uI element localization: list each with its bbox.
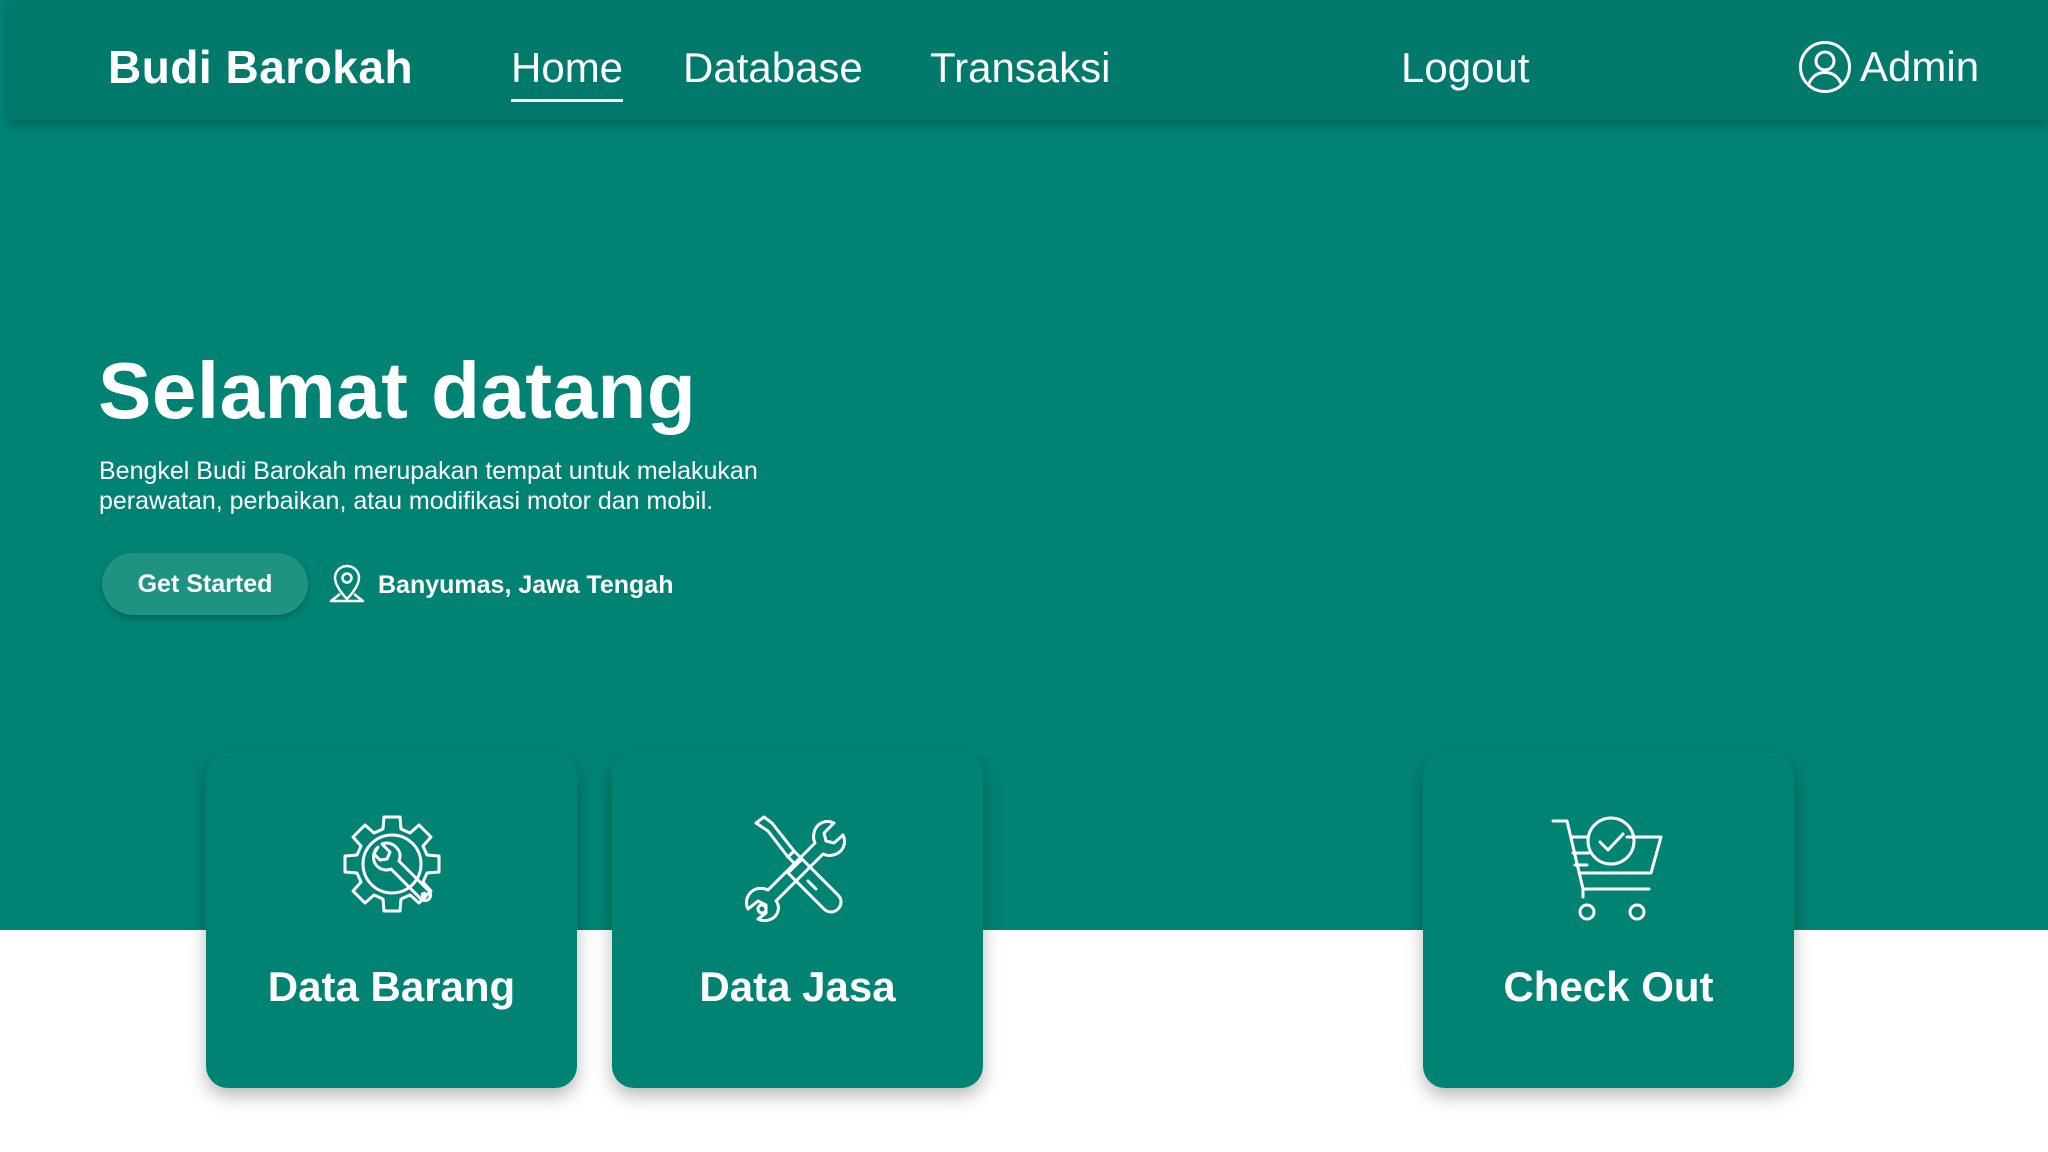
card-data-barang[interactable]: Data Barang bbox=[206, 753, 577, 1088]
navbar: Budi Barokah Home Database Transaksi Log… bbox=[8, 0, 2048, 120]
cart-check-icon bbox=[1549, 809, 1669, 929]
card-label: Data Barang bbox=[267, 963, 516, 1010]
card-label: Data Jasa bbox=[699, 963, 896, 1010]
card-check-out[interactable]: Check Out bbox=[1423, 753, 1794, 1088]
gear-wrench-icon bbox=[332, 809, 452, 929]
location-text: Banyumas, Jawa Tengah bbox=[378, 570, 674, 599]
tools-icon bbox=[738, 809, 858, 929]
map-pin-icon bbox=[328, 563, 366, 607]
nav-transaksi[interactable]: Transaksi bbox=[930, 44, 1111, 92]
brand-logo[interactable]: Budi Barokah bbox=[108, 40, 413, 94]
card-label: Check Out bbox=[1503, 963, 1714, 1010]
nav-home[interactable]: Home bbox=[511, 44, 624, 102]
hero-description: Bengkel Budi Barokah merupakan tempat un… bbox=[99, 457, 758, 515]
admin-menu[interactable]: Admin bbox=[1798, 38, 1979, 96]
nav-logout[interactable]: Logout bbox=[1401, 44, 1529, 92]
get-started-button[interactable]: Get Started bbox=[102, 553, 308, 615]
user-icon bbox=[1798, 40, 1852, 94]
nav-database[interactable]: Database bbox=[683, 44, 863, 92]
admin-label: Admin bbox=[1860, 43, 1980, 90]
hero-title: Selamat datang bbox=[98, 346, 697, 435]
card-data-jasa[interactable]: Data Jasa bbox=[612, 753, 983, 1088]
location: Banyumas, Jawa Tengah bbox=[328, 563, 673, 607]
